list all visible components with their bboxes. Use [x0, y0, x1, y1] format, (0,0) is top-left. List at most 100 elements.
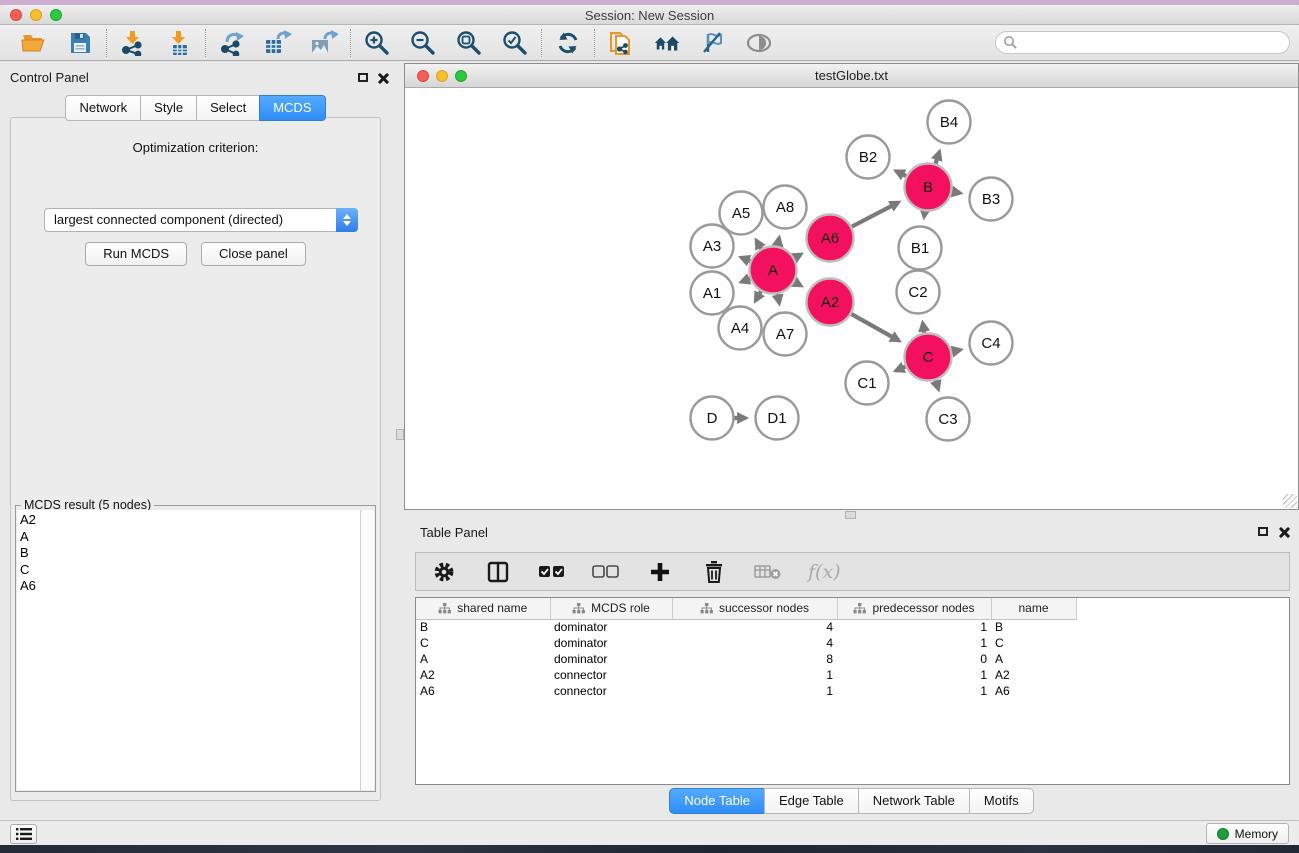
float-table-panel-icon[interactable] [1258, 527, 1268, 536]
task-history-button[interactable] [10, 824, 37, 844]
export-table-icon[interactable] [264, 29, 292, 57]
graph-node-A6[interactable]: A6 [807, 215, 854, 262]
tab-style[interactable]: Style [140, 95, 197, 121]
network-document-icon[interactable] [607, 29, 635, 57]
table-row[interactable]: A2connector11A2 [416, 667, 1076, 683]
split-columns-icon[interactable] [484, 558, 512, 586]
graph-edge-A-A7[interactable] [778, 294, 780, 303]
deselect-all-icon[interactable] [592, 558, 620, 586]
column-header-predecessor-nodes[interactable]: predecessor nodes [837, 598, 991, 619]
graph-node-C4[interactable]: C4 [970, 322, 1013, 365]
zoom-fit-icon[interactable] [455, 29, 483, 57]
column-header-mcds-role[interactable]: MCDS role [550, 598, 672, 619]
mcds-result-item[interactable]: A [20, 529, 360, 546]
home-icon[interactable] [653, 29, 681, 57]
table-row[interactable]: Cdominator41C [416, 635, 1076, 651]
eye-icon[interactable] [745, 29, 773, 57]
delete-icon[interactable] [700, 558, 728, 586]
import-table-icon[interactable] [165, 29, 193, 57]
table-row[interactable]: Adominator80A [416, 651, 1076, 667]
tab-motifs[interactable]: Motifs [969, 788, 1034, 814]
float-panel-icon[interactable] [358, 73, 368, 82]
run-mcds-button[interactable]: Run MCDS [85, 242, 187, 266]
close-panel-icon[interactable] [377, 73, 388, 84]
column-header-successor-nodes[interactable]: successor nodes [672, 598, 837, 619]
refresh-layout-icon[interactable] [554, 29, 582, 57]
graph-node-A5[interactable]: A5 [720, 192, 763, 235]
save-icon[interactable] [66, 29, 94, 57]
vertical-splitter-handle[interactable] [396, 429, 404, 440]
graph-node-A1[interactable]: A1 [691, 272, 734, 315]
gear-icon[interactable] [430, 558, 458, 586]
graph-node-B[interactable]: B [905, 164, 952, 211]
hide-flag-icon[interactable] [699, 29, 727, 57]
node-table[interactable]: shared name MCDS role successor nodes pr… [415, 597, 1290, 785]
tab-edge-table[interactable]: Edge Table [764, 788, 859, 814]
graph-edge-A-A1[interactable] [741, 279, 750, 282]
graph-edge-A-A3[interactable] [741, 258, 750, 261]
resize-grip-icon[interactable] [1283, 494, 1297, 508]
graph-node-A2[interactable]: A2 [807, 279, 854, 326]
graph-node-A[interactable]: A [750, 247, 797, 294]
table-header-row[interactable]: shared name MCDS role successor nodes pr… [416, 598, 1076, 619]
zoom-in-icon[interactable] [363, 29, 391, 57]
graph-node-A4[interactable]: A4 [719, 307, 762, 350]
graph-edge-A-A5[interactable] [756, 240, 761, 248]
graph-edge-C-C1[interactable] [896, 367, 905, 371]
graph-edge-A-A4[interactable] [756, 291, 761, 300]
horizontal-splitter-handle[interactable] [845, 511, 856, 519]
delete-table-icon[interactable] [754, 558, 782, 586]
graph-edge-C-C2[interactable] [923, 323, 924, 333]
graph-edge-B-B4[interactable] [936, 152, 940, 164]
graph-edge-B-B1[interactable] [924, 211, 925, 216]
column-header-shared-name[interactable]: shared name [416, 598, 550, 619]
tab-network-table[interactable]: Network Table [858, 788, 970, 814]
tab-network[interactable]: Network [65, 95, 141, 121]
network-window-titlebar[interactable]: testGlobe.txt [405, 64, 1298, 88]
graph-node-B3[interactable]: B3 [970, 178, 1013, 221]
import-network-icon[interactable] [119, 29, 147, 57]
search-input[interactable] [995, 31, 1290, 54]
mcds-result-item[interactable]: A6 [20, 578, 360, 595]
graph-edge-B-B3[interactable] [952, 192, 960, 194]
mcds-result-item[interactable]: C [20, 562, 360, 579]
graph-edge-A-A2[interactable] [794, 282, 800, 286]
graph-node-A8[interactable]: A8 [764, 186, 807, 229]
graph-edge-B-B2[interactable] [896, 171, 906, 176]
graph-edge-A-A6[interactable] [794, 254, 800, 258]
graph-edge-A-A8[interactable] [778, 238, 780, 246]
optimization-criterion-select[interactable]: largest connected component (directed) [44, 208, 358, 232]
graph-node-C3[interactable]: C3 [927, 398, 970, 441]
column-header-name[interactable]: name [991, 598, 1076, 619]
zoom-selected-icon[interactable] [501, 29, 529, 57]
add-column-icon[interactable] [646, 558, 674, 586]
table-row[interactable]: A6connector11A6 [416, 683, 1076, 699]
export-network-icon[interactable] [218, 29, 246, 57]
graph-node-C[interactable]: C [905, 334, 952, 381]
graph-node-B1[interactable]: B1 [899, 227, 942, 270]
graph-edge-C-C3[interactable] [936, 380, 939, 389]
graph-edge-C-C4[interactable] [952, 350, 960, 352]
close-table-panel-icon[interactable] [1278, 527, 1289, 538]
tab-mcds[interactable]: MCDS [259, 95, 325, 121]
graph-edge-A6-B[interactable] [852, 202, 899, 226]
graph-edge-A2-C[interactable] [851, 314, 898, 341]
tab-node-table[interactable]: Node Table [669, 788, 765, 814]
graph-node-A3[interactable]: A3 [691, 225, 734, 268]
graph-node-D[interactable]: D [691, 397, 734, 440]
graph-node-C1[interactable]: C1 [846, 362, 889, 405]
graph-node-C2[interactable]: C2 [897, 271, 940, 314]
graph-node-A7[interactable]: A7 [764, 313, 807, 356]
graph-node-B2[interactable]: B2 [847, 136, 890, 179]
dropdown-stepper-icon[interactable] [336, 208, 358, 232]
open-folder-icon[interactable] [20, 29, 48, 57]
graph-node-B4[interactable]: B4 [928, 101, 971, 144]
network-canvas[interactable]: B4 B2 B B3 A8A5 A6 A3 B1 A A1 C2 A2 A4A7 C4 C C1 D D1 C3 [405, 88, 1298, 509]
export-image-icon[interactable] [310, 29, 338, 57]
mcds-result-item[interactable]: A2 [20, 512, 360, 529]
memory-button[interactable]: Memory [1206, 823, 1289, 844]
select-all-icon[interactable] [538, 558, 566, 586]
result-scrollbar[interactable] [361, 510, 374, 790]
graph-node-D1[interactable]: D1 [756, 397, 799, 440]
close-panel-button[interactable]: Close panel [201, 242, 306, 266]
